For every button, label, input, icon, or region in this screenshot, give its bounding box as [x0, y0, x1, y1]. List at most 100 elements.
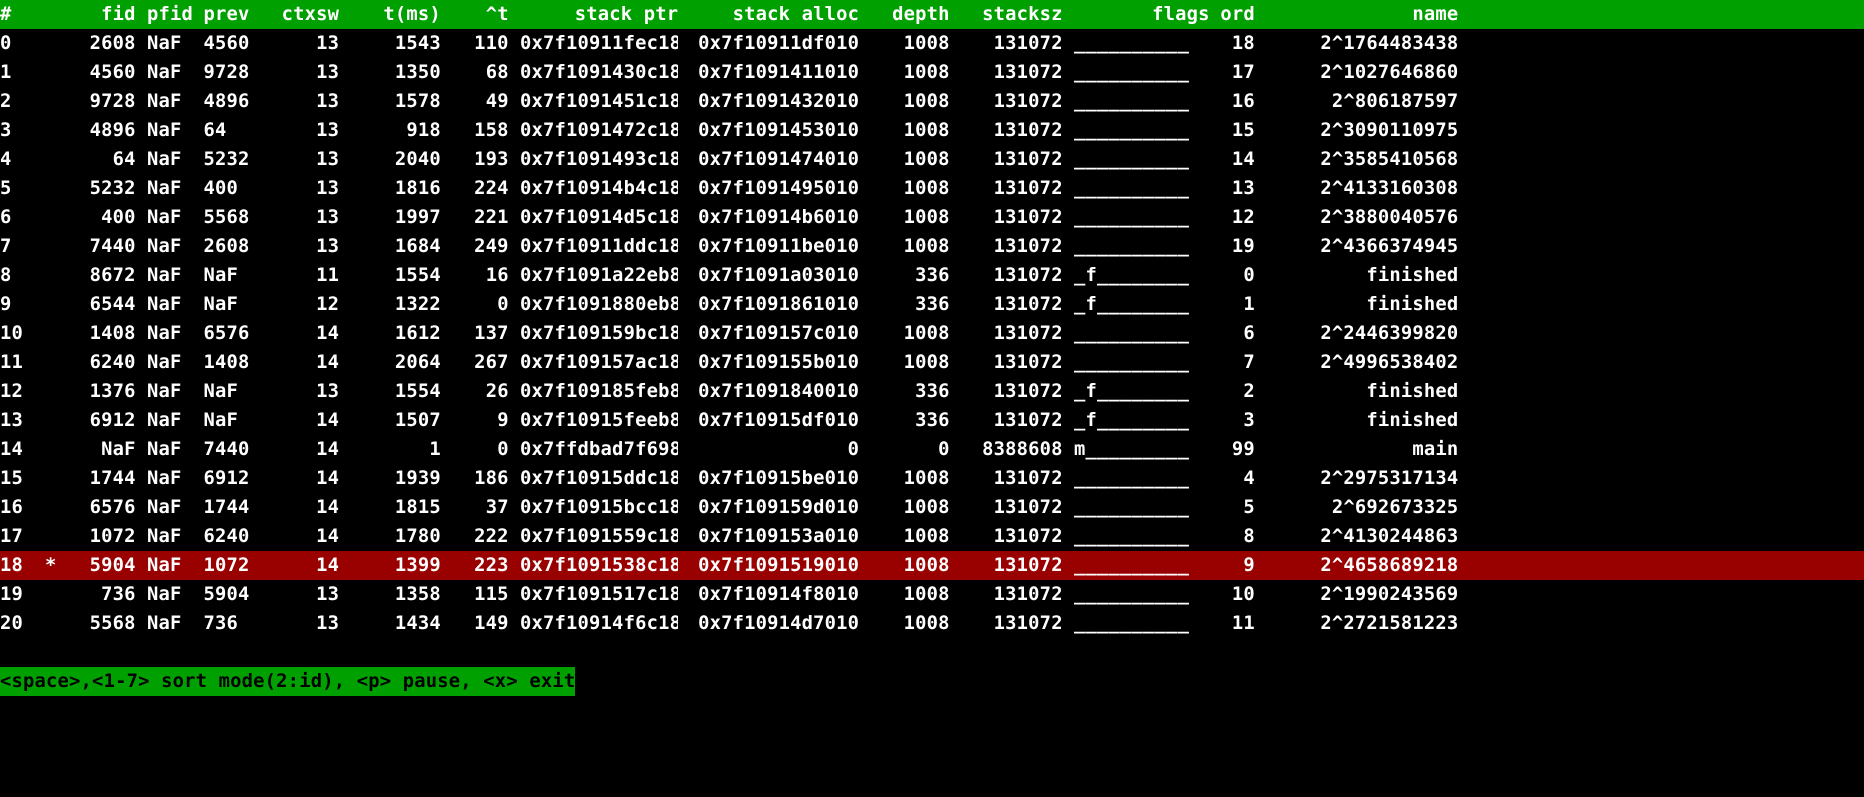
col-pfid[interactable]: pfid: [147, 0, 192, 29]
cell-flags: __________: [1074, 116, 1210, 145]
cell-fid: 400: [57, 203, 136, 232]
table-row[interactable]: 116240 NaF 1408142064267 0x7f109157ac18 …: [0, 348, 1864, 377]
table-row[interactable]: 55232 NaF 400131816224 0x7f10914b4c18 0x…: [0, 174, 1864, 203]
cell-pfid: NaF: [147, 580, 192, 609]
cell-mark: [23, 87, 57, 116]
cell-flags: __________: [1074, 493, 1210, 522]
cell-stack-ptr: 0x7f1091430c18: [520, 58, 678, 87]
col-stack-ptr[interactable]: stack ptr: [520, 0, 678, 29]
cell-stacksz: 131072: [950, 580, 1063, 609]
table-row[interactable]: 18*5904 NaF 1072141399223 0x7f1091538c18…: [0, 551, 1864, 580]
cell-idx: 13: [0, 406, 23, 435]
cell-stacksz: 131072: [950, 493, 1063, 522]
table-row[interactable]: 14NaF NaF 74401410 0x7ffdbad7f698 008388…: [0, 435, 1864, 464]
cell-pfid: NaF: [147, 609, 192, 638]
cell-depth: 1008: [859, 522, 949, 551]
col-ord[interactable]: ord: [1210, 0, 1255, 29]
cell-mark: [23, 232, 57, 261]
col-depth[interactable]: depth: [859, 0, 949, 29]
table-row[interactable]: 6400 NaF 5568131997221 0x7f10914d5c18 0x…: [0, 203, 1864, 232]
col-idx[interactable]: #: [0, 0, 23, 29]
table-row[interactable]: 77440 NaF 2608131684249 0x7f10911ddc18 0…: [0, 232, 1864, 261]
table-row[interactable]: 02608 NaF 4560131543110 0x7f10911fec18 0…: [0, 29, 1864, 58]
col-tms[interactable]: t(ms): [339, 0, 441, 29]
cell-mark: [23, 609, 57, 638]
table-row[interactable]: 171072 NaF 6240141780222 0x7f1091559c18 …: [0, 522, 1864, 551]
cell-fid: 64: [57, 145, 136, 174]
cell-stack-ptr: 0x7f1091a22eb8: [520, 261, 678, 290]
col-name[interactable]: name: [1255, 0, 1459, 29]
cell-stack-ptr: 0x7f10914d5c18: [520, 203, 678, 232]
cell-depth: 1008: [859, 203, 949, 232]
cell-tdelta: 37: [441, 493, 509, 522]
cell-name: main: [1255, 435, 1459, 464]
cell-depth: 1008: [859, 145, 949, 174]
cell-tms: 1399: [339, 551, 441, 580]
table-row[interactable]: 464 NaF 5232132040193 0x7f1091493c18 0x7…: [0, 145, 1864, 174]
table-row[interactable]: 101408 NaF 6576141612137 0x7f109159bc18 …: [0, 319, 1864, 348]
cell-ctxsw: 13: [271, 145, 339, 174]
cell-stacksz: 131072: [950, 551, 1063, 580]
cell-prev: 5232: [203, 145, 271, 174]
col-tdelta[interactable]: ^t: [441, 0, 509, 29]
cell-stack-ptr: 0x7f10915bcc18: [520, 493, 678, 522]
cell-ord: 4: [1210, 464, 1255, 493]
cell-prev: NaF: [203, 406, 271, 435]
cell-mark: [23, 377, 57, 406]
cell-prev: 5568: [203, 203, 271, 232]
col-fid[interactable]: fid: [57, 0, 136, 29]
cell-name: 2^4658689218: [1255, 551, 1459, 580]
cell-idx: 11: [0, 348, 23, 377]
cell-idx: 19: [0, 580, 23, 609]
cell-depth: 1008: [859, 29, 949, 58]
cell-pfid: NaF: [147, 174, 192, 203]
table-row[interactable]: 166576 NaF 174414181537 0x7f10915bcc18 0…: [0, 493, 1864, 522]
cell-mark: [23, 493, 57, 522]
cell-tms: 1816: [339, 174, 441, 203]
cell-ord: 19: [1210, 232, 1255, 261]
table-row[interactable]: 19736 NaF 5904131358115 0x7f1091517c18 0…: [0, 580, 1864, 609]
cell-stack-alloc: 0x7f10914b6010: [690, 203, 860, 232]
cell-ord: 3: [1210, 406, 1255, 435]
cell-idx: 20: [0, 609, 23, 638]
cell-depth: 1008: [859, 174, 949, 203]
cell-idx: 3: [0, 116, 23, 145]
table-row[interactable]: 14560 NaF 972813135068 0x7f1091430c18 0x…: [0, 58, 1864, 87]
cell-name: 2^3585410568: [1255, 145, 1459, 174]
col-flags[interactable]: flags: [1074, 0, 1210, 29]
cell-stack-alloc: 0x7f109155b010: [690, 348, 860, 377]
col-stacksz[interactable]: stacksz: [950, 0, 1063, 29]
cell-tdelta: 223: [441, 551, 509, 580]
table-row[interactable]: 151744 NaF 6912141939186 0x7f10915ddc18 …: [0, 464, 1864, 493]
col-prev[interactable]: prev: [203, 0, 271, 29]
table-header[interactable]: # fid pfid prevctxswt(ms)^t stack ptr sta…: [0, 0, 1864, 29]
cell-tms: 1434: [339, 609, 441, 638]
cell-stack-ptr: 0x7f10911fec18: [520, 29, 678, 58]
table-row[interactable]: 34896 NaF 6413918158 0x7f1091472c18 0x7f…: [0, 116, 1864, 145]
cell-tdelta: 0: [441, 435, 509, 464]
col-ctxsw[interactable]: ctxsw: [271, 0, 339, 29]
table-row[interactable]: 29728 NaF 489613157849 0x7f1091451c18 0x…: [0, 87, 1864, 116]
table-row[interactable]: 88672 NaF NaF11155416 0x7f1091a22eb8 0x7…: [0, 261, 1864, 290]
cell-stack-ptr: 0x7f109185feb8: [520, 377, 678, 406]
cell-ctxsw: 13: [271, 609, 339, 638]
cell-mark: [23, 580, 57, 609]
cell-stack-ptr: 0x7f109157ac18: [520, 348, 678, 377]
col-stack-alloc[interactable]: stack alloc: [690, 0, 860, 29]
cell-stack-ptr: 0x7ffdbad7f698: [520, 435, 678, 464]
cell-fid: 5904: [57, 551, 136, 580]
cell-fid: 4896: [57, 116, 136, 145]
cell-tms: 918: [339, 116, 441, 145]
cell-mark: [23, 261, 57, 290]
cell-tms: 1554: [339, 261, 441, 290]
cell-ctxsw: 13: [271, 116, 339, 145]
cell-name: 2^1027646860: [1255, 58, 1459, 87]
cell-mark: [23, 522, 57, 551]
table-row[interactable]: 136912 NaF NaF1415079 0x7f10915feeb8 0x7…: [0, 406, 1864, 435]
cell-prev: NaF: [203, 261, 271, 290]
cell-ctxsw: 14: [271, 464, 339, 493]
table-row[interactable]: 121376 NaF NaF13155426 0x7f109185feb8 0x…: [0, 377, 1864, 406]
cell-pfid: NaF: [147, 406, 192, 435]
table-row[interactable]: 96544 NaF NaF1213220 0x7f1091880eb8 0x7f…: [0, 290, 1864, 319]
table-row[interactable]: 205568 NaF 736131434149 0x7f10914f6c18 0…: [0, 609, 1864, 638]
